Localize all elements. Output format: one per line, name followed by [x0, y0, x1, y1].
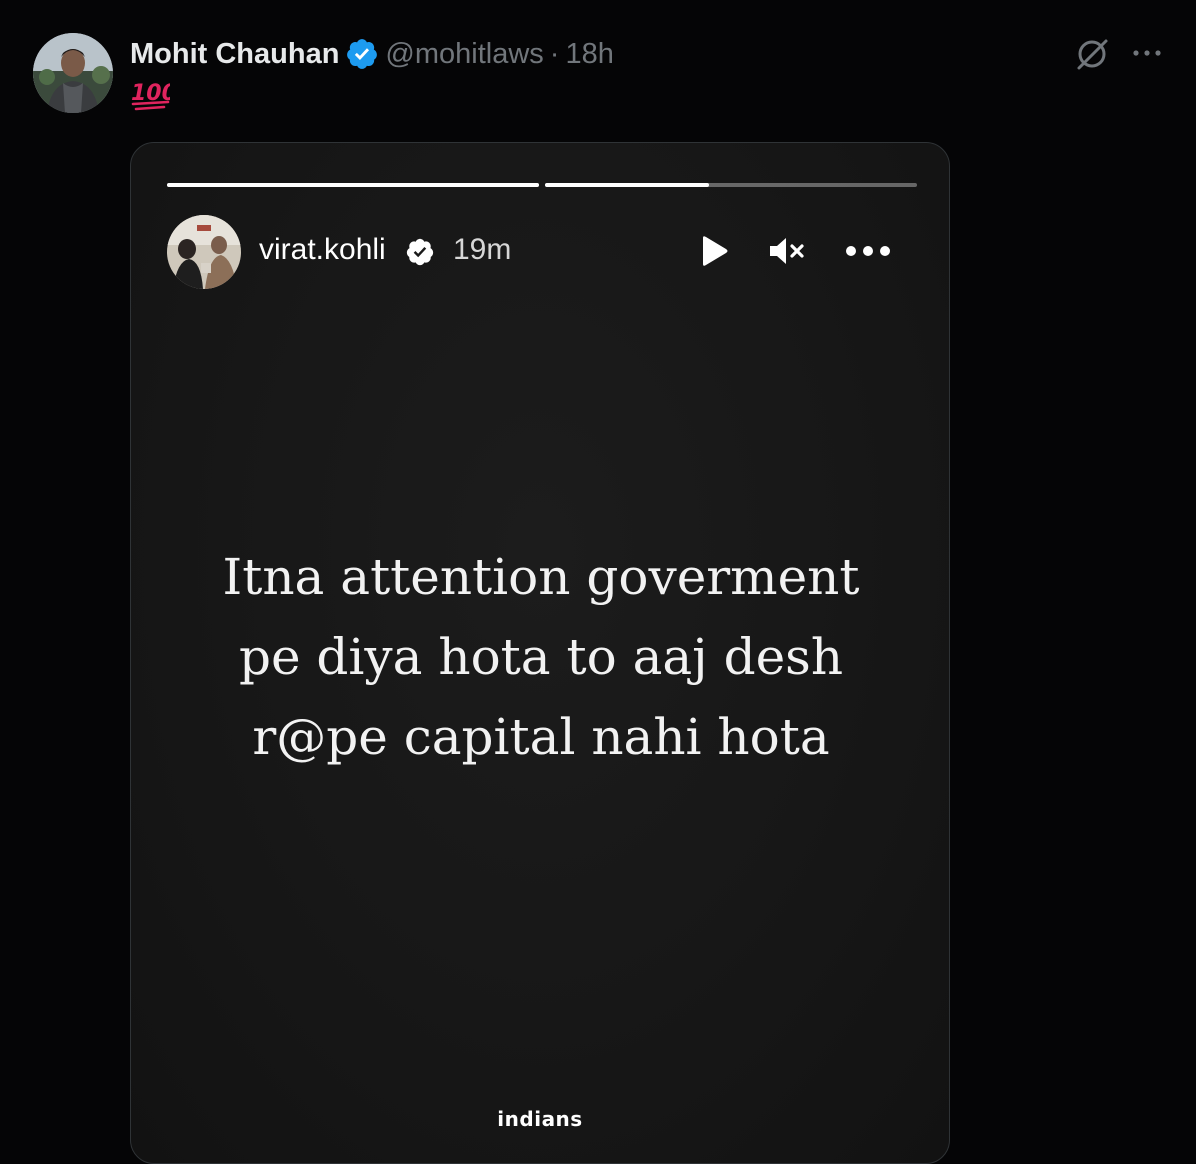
story-avatar-photo — [167, 215, 241, 289]
story-progress-segment — [545, 183, 917, 187]
story-progress-segment — [167, 183, 539, 187]
play-icon[interactable] — [695, 233, 731, 269]
author-name-row: Mohit Chauhan @mohitlaws · 18h — [130, 34, 614, 74]
grok-icon[interactable] — [1072, 34, 1112, 74]
story-username[interactable]: virat.kohli — [259, 233, 386, 267]
story-verified-badge-icon — [406, 238, 434, 266]
tweet-timestamp[interactable]: 18h — [565, 38, 613, 71]
story-text: Itna attention goverment pe diya hota to… — [222, 548, 860, 766]
author-handle[interactable]: @mohitlaws — [385, 38, 543, 71]
story-progress-fill — [545, 183, 709, 187]
author-avatar[interactable] — [33, 33, 113, 113]
story-progress-fill — [167, 183, 539, 187]
separator-dot: · — [549, 37, 560, 70]
verified-badge-icon — [347, 39, 378, 69]
mute-icon[interactable] — [767, 233, 807, 269]
watermark-text: indians — [497, 1107, 583, 1131]
hundred-points-emoji: 100 — [131, 81, 170, 111]
story-more-horizontal-icon[interactable] — [843, 239, 895, 263]
story-timestamp: 19m — [453, 233, 512, 266]
author-display-name[interactable]: Mohit Chauhan — [130, 38, 339, 71]
media-card[interactable]: virat.kohli 19m Itna attention goverment… — [130, 142, 950, 1164]
story-avatar — [167, 215, 241, 289]
more-horizontal-icon[interactable] — [1130, 40, 1164, 66]
author-avatar-photo — [33, 33, 113, 113]
tweet: Mohit Chauhan @mohitlaws · 18h 100 — [0, 0, 1196, 1164]
